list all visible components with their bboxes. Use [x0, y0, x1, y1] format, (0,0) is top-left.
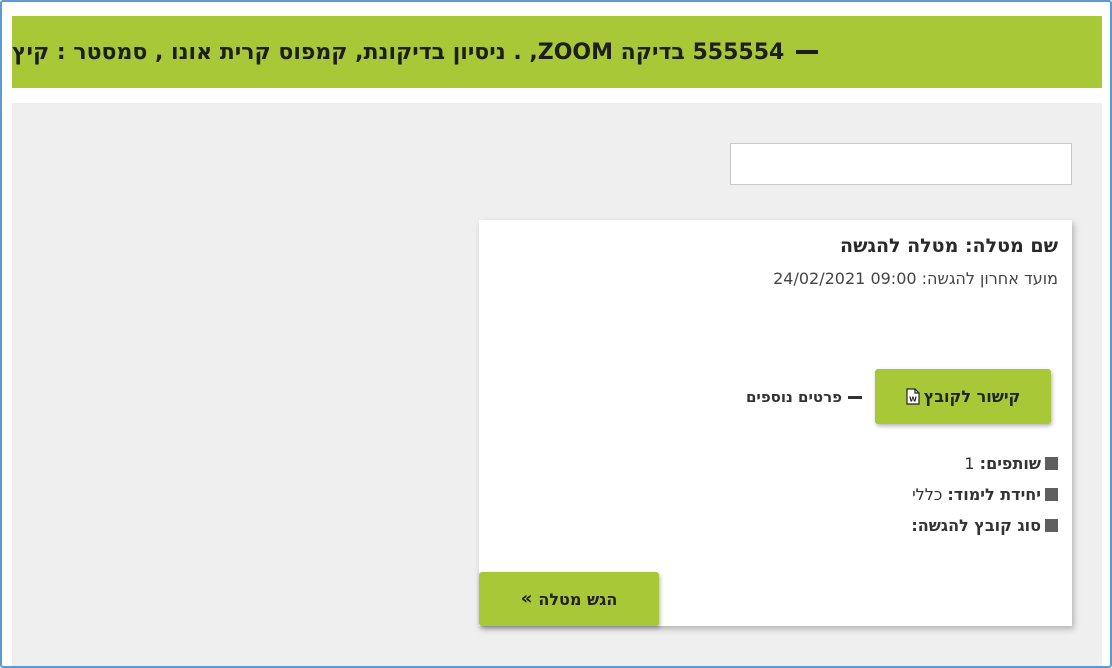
course-header[interactable]: 555554 בדיקה ZOOM, . ניסיון בדיקונת, קמפ…	[12, 16, 1102, 88]
more-details-label: פרטים נוספים	[745, 388, 842, 406]
file-link-button[interactable]: קישור לקובץ W	[875, 369, 1051, 424]
double-chevron-left-icon: »	[520, 588, 533, 609]
detail-study-unit: יחידת לימוד: כללי	[911, 479, 1058, 510]
more-details-toggle[interactable]: פרטים נוספים	[746, 388, 862, 406]
square-bullet-icon	[1045, 488, 1058, 501]
detail-partners: שותפים: 1	[911, 448, 1058, 479]
detail-file-type: סוג קובץ להגשה:	[911, 510, 1058, 541]
task-deadline: מועד אחרון להגשה: 09:00 24/02/2021	[773, 269, 1058, 288]
collapse-dash-icon	[848, 395, 862, 399]
search-input[interactable]	[730, 143, 1072, 185]
svg-text:W: W	[909, 396, 917, 404]
submit-task-label: הגש מטלה	[538, 589, 618, 609]
detail-text: שותפים: 1	[964, 454, 1041, 473]
submit-task-button[interactable]: הגש מטלה »	[479, 572, 659, 626]
course-title: 555554 בדיקה ZOOM, . ניסיון בדיקונת, קמפ…	[12, 39, 785, 65]
detail-text: יחידת לימוד: כללי	[912, 485, 1041, 504]
square-bullet-icon	[1045, 519, 1058, 532]
course-header-inner: 555554 בדיקה ZOOM, . ניסיון בדיקונת, קמפ…	[12, 39, 819, 65]
file-link-label: קישור לקובץ	[923, 387, 1021, 406]
task-card: שם מטלה: מטלה להגשה מועד אחרון להגשה: 09…	[479, 220, 1072, 626]
main-content: שם מטלה: מטלה להגשה מועד אחרון להגשה: 09…	[12, 103, 1102, 666]
task-name: שם מטלה: מטלה להגשה	[840, 235, 1058, 257]
square-bullet-icon	[1045, 457, 1058, 470]
window-frame: 555554 בדיקה ZOOM, . ניסיון בדיקונת, קמפ…	[0, 0, 1112, 668]
detail-text: סוג קובץ להגשה:	[911, 516, 1041, 535]
task-details-list: שותפים: 1 יחידת לימוד: כללי סוג קובץ להג…	[911, 448, 1058, 541]
word-document-icon: W	[906, 388, 920, 405]
collapse-icon[interactable]	[796, 50, 819, 54]
